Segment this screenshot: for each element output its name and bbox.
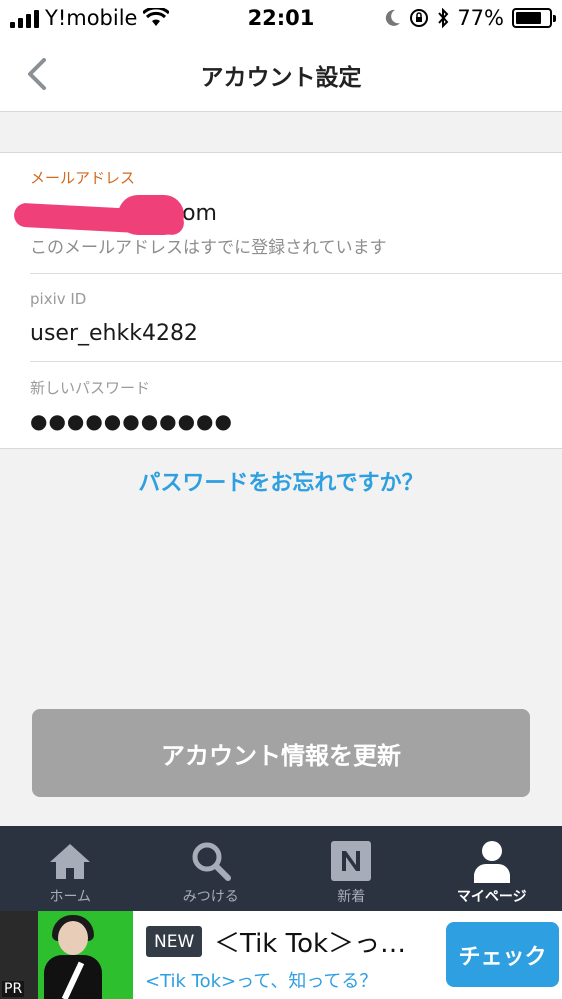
email-label: メールアドレス (30, 169, 136, 187)
bluetooth-icon (438, 8, 449, 28)
ad-image[interactable]: PR (0, 911, 133, 999)
new-icon (331, 841, 372, 881)
divider (30, 273, 562, 274)
tab-label: みつける (182, 889, 239, 905)
battery-icon (512, 8, 556, 28)
email-hint: このメールアドレスはすでに登録されています (30, 238, 387, 258)
status-bar: Y!mobile 22:01 77% (0, 0, 562, 38)
page-title: アカウント設定 (200, 65, 362, 91)
new-badge: NEW (146, 926, 203, 957)
password-label-row: 新しいパスワード (30, 377, 562, 398)
ad-title[interactable]: ＜Tik Tok＞っ… (214, 923, 442, 960)
ad-subtitle[interactable]: <Tik Tok>って、知ってる？ (145, 967, 445, 993)
password-value: ●●●●●●●●●●● (30, 409, 233, 433)
password-label: 新しいパスワード (30, 379, 151, 397)
rotation-lock-icon (410, 9, 429, 27)
email-hint-row: このメールアドレスはすでに登録されています (30, 233, 562, 258)
forgot-password-link[interactable]: パスワードをお忘れですか？ (0, 465, 562, 497)
home-icon (50, 844, 91, 879)
tab-home[interactable]: ホーム (0, 826, 141, 911)
nav-bar: アカウント設定 (0, 38, 562, 112)
password-field[interactable]: ●●●●●●●●●●● (30, 409, 562, 433)
tab-bar: ホーム みつける 新着 マイページ (0, 826, 562, 911)
pixiv-id-field[interactable]: user_ehkk4282 (30, 321, 562, 346)
tab-new[interactable]: 新着 (281, 826, 422, 911)
update-account-button[interactable]: アカウント情報を更新 (32, 709, 530, 797)
email-field-group: メールアドレス (30, 167, 562, 188)
tab-label: マイページ (456, 889, 527, 905)
pixiv-id-label: pixiv ID (30, 290, 87, 308)
battery-percent: 77% (457, 6, 504, 30)
redaction-mark (118, 195, 184, 235)
moon-icon (386, 9, 401, 26)
ad-check-button[interactable]: チェック (446, 922, 559, 987)
pixiv-id-label-row: pixiv ID (30, 290, 562, 308)
divider (30, 361, 562, 362)
tab-discover[interactable]: みつける (141, 826, 282, 911)
search-icon (192, 842, 231, 881)
pixiv-id-value: user_ehkk4282 (30, 321, 198, 346)
tab-label: 新着 (337, 889, 366, 905)
tab-mypage[interactable]: マイページ (422, 826, 562, 911)
user-icon (473, 841, 510, 883)
tab-label: ホーム (49, 889, 92, 905)
pr-label: PR (2, 981, 25, 997)
account-form: メールアドレス com このメールアドレスはすでに登録されています pixiv … (0, 152, 562, 449)
